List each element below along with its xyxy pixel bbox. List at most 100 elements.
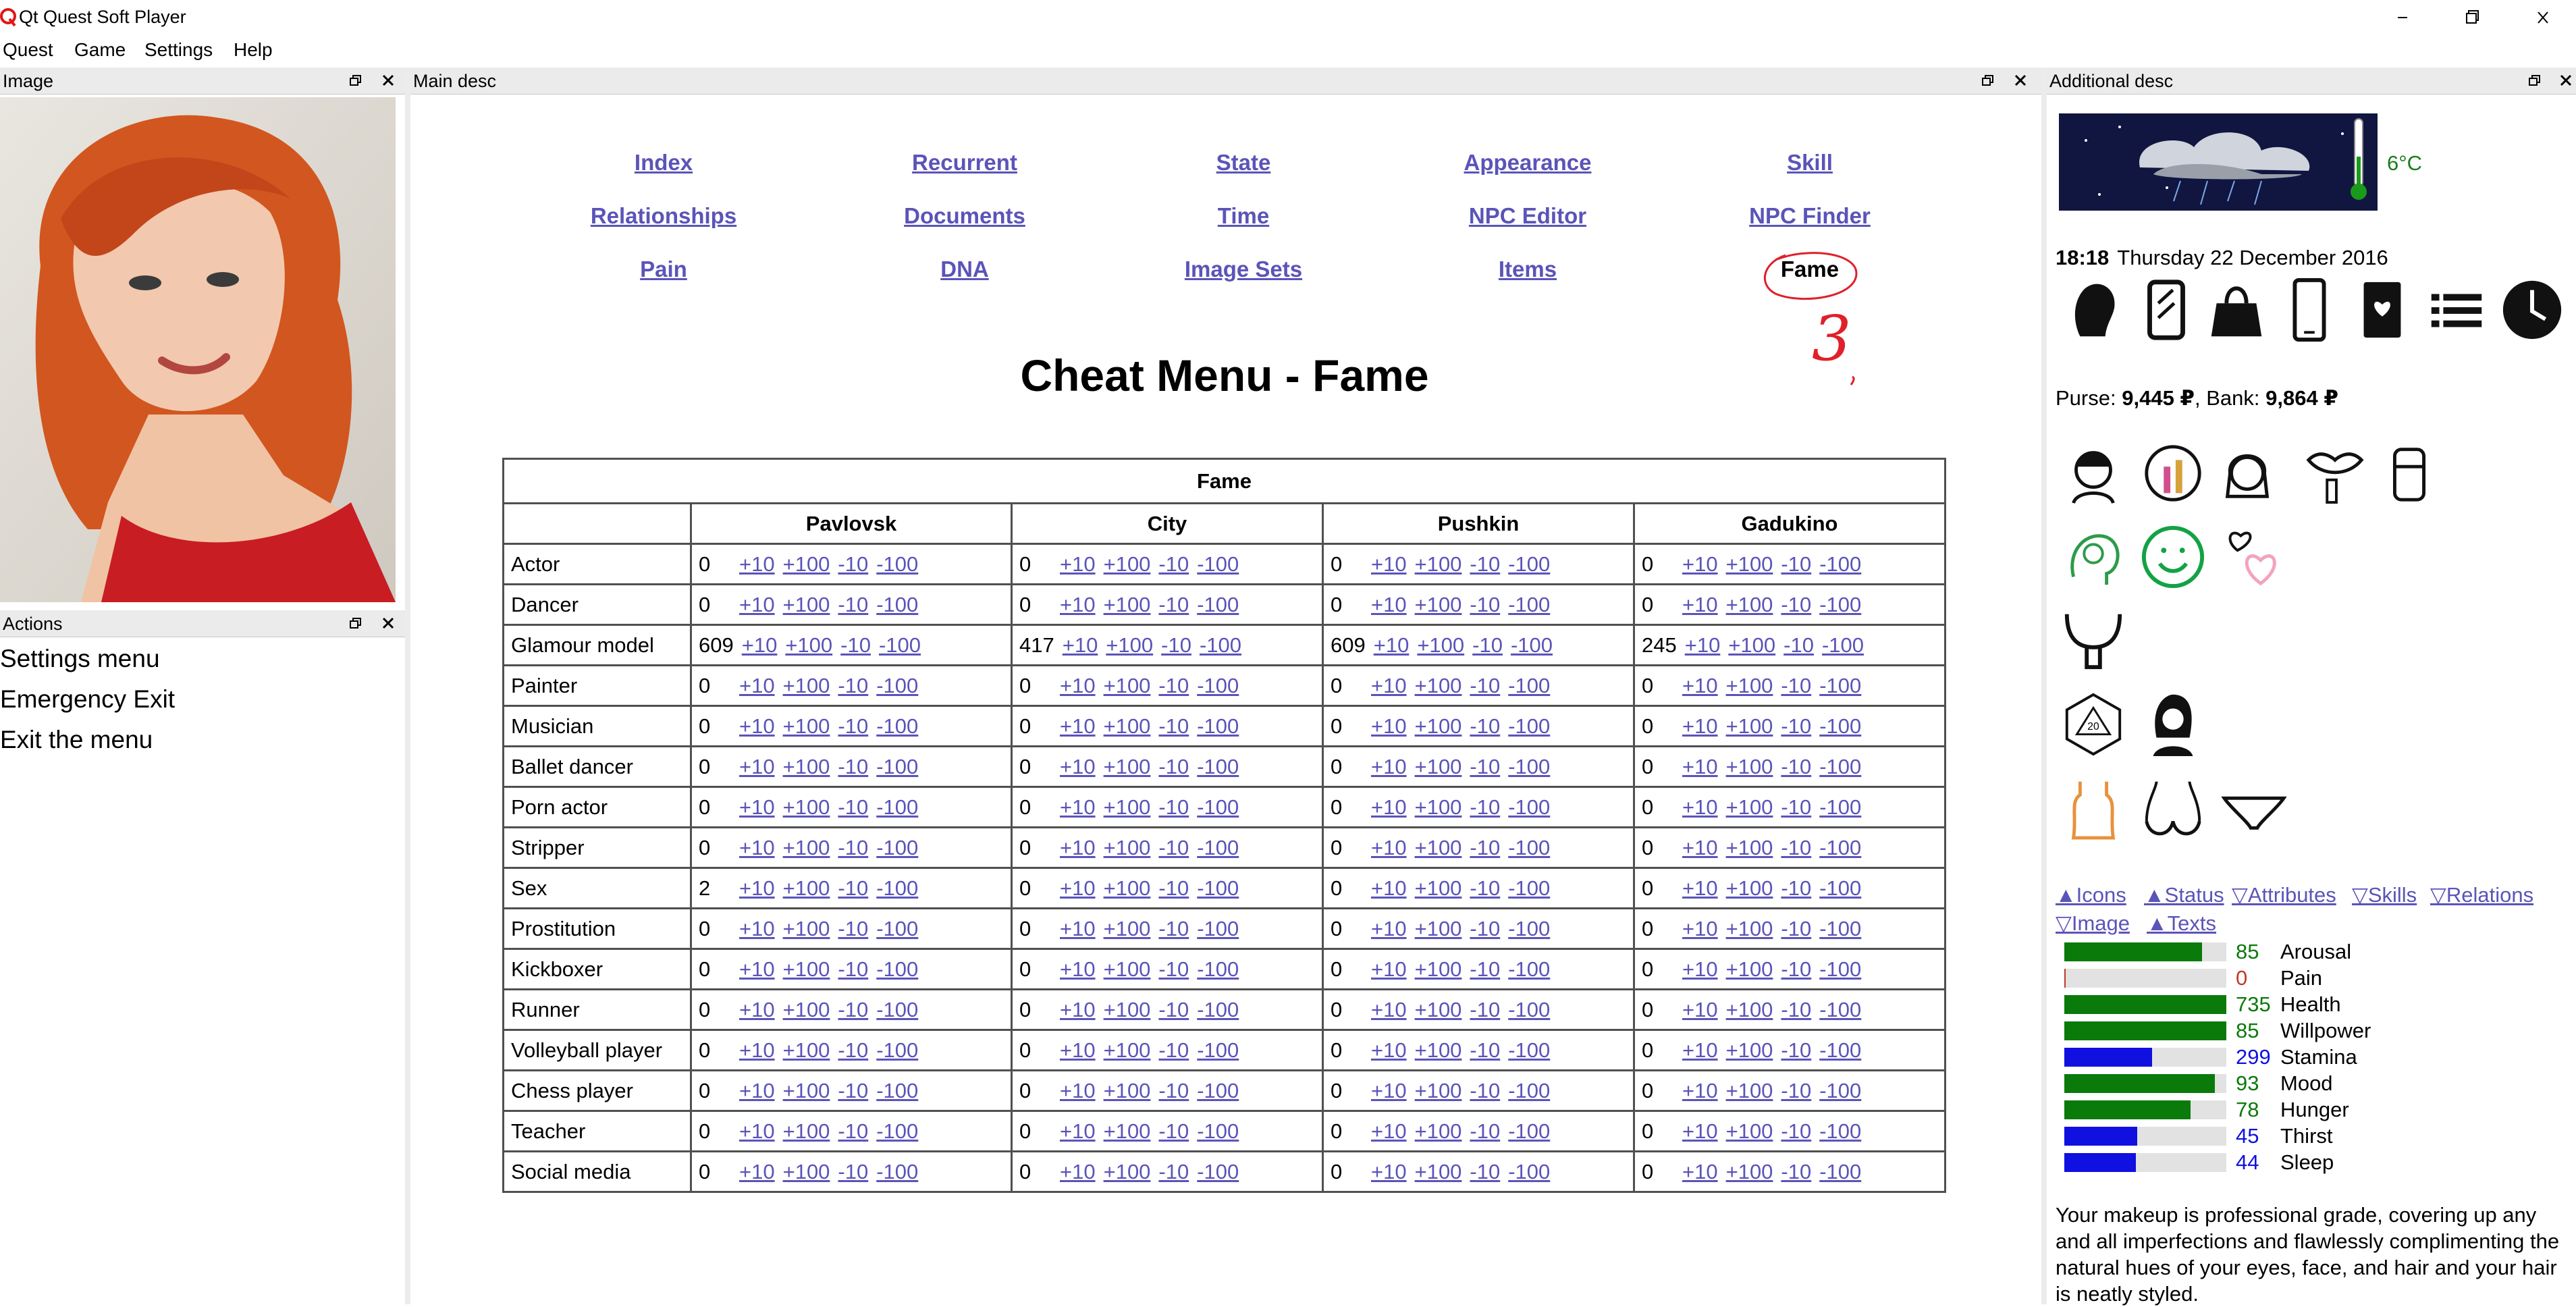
- fame-adjust-link[interactable]: +100: [1726, 1119, 1773, 1143]
- fame-adjust-link[interactable]: -10: [1470, 876, 1500, 900]
- fame-adjust-link[interactable]: -10: [1781, 917, 1811, 940]
- fame-adjust-link[interactable]: -10: [838, 957, 868, 981]
- fame-adjust-link[interactable]: +10: [1374, 633, 1410, 657]
- fame-adjust-link[interactable]: +10: [1060, 552, 1096, 576]
- fame-adjust-link[interactable]: +100: [783, 836, 830, 859]
- fame-adjust-link[interactable]: -10: [838, 552, 868, 576]
- toggle-image[interactable]: ▽Image: [2056, 911, 2130, 936]
- restore-icon[interactable]: [2455, 4, 2489, 31]
- fame-adjust-link[interactable]: -10: [838, 1079, 868, 1102]
- fame-adjust-link[interactable]: +100: [1104, 917, 1151, 940]
- fame-adjust-link[interactable]: +10: [1371, 876, 1407, 900]
- fame-adjust-link[interactable]: +10: [739, 674, 775, 697]
- fame-adjust-link[interactable]: -100: [1197, 917, 1239, 940]
- fame-adjust-link[interactable]: -100: [876, 836, 918, 859]
- fame-adjust-link[interactable]: -10: [838, 917, 868, 940]
- fame-adjust-link[interactable]: +100: [1104, 836, 1151, 859]
- fame-adjust-link[interactable]: -10: [1158, 755, 1189, 778]
- menu-help[interactable]: Help: [234, 39, 273, 61]
- fame-adjust-link[interactable]: -10: [838, 1038, 868, 1062]
- nav-documents[interactable]: Documents: [904, 203, 1025, 229]
- fame-adjust-link[interactable]: +100: [1104, 876, 1151, 900]
- fame-adjust-link[interactable]: -100: [1819, 1160, 1861, 1183]
- fame-adjust-link[interactable]: +10: [742, 633, 778, 657]
- makeup-icon[interactable]: [2140, 440, 2206, 506]
- fame-adjust-link[interactable]: +10: [1682, 674, 1718, 697]
- fame-adjust-link[interactable]: +10: [1682, 1119, 1718, 1143]
- fame-adjust-link[interactable]: -10: [1158, 1160, 1189, 1183]
- minimize-icon[interactable]: [2386, 4, 2419, 31]
- nav-dna[interactable]: DNA: [940, 257, 989, 282]
- fame-adjust-link[interactable]: +100: [1726, 795, 1773, 819]
- fame-adjust-link[interactable]: -10: [1470, 957, 1500, 981]
- toggle-skills[interactable]: ▽Skills: [2352, 883, 2417, 907]
- fame-adjust-link[interactable]: -10: [838, 876, 868, 900]
- dock-close-icon[interactable]: [2013, 73, 2028, 88]
- fame-adjust-link[interactable]: +100: [1104, 998, 1151, 1021]
- fame-adjust-link[interactable]: +10: [739, 876, 775, 900]
- fame-adjust-link[interactable]: -10: [838, 795, 868, 819]
- handbag-icon[interactable]: [2203, 277, 2270, 343]
- fame-adjust-link[interactable]: -100: [1197, 1038, 1239, 1062]
- fame-adjust-link[interactable]: -100: [1508, 1160, 1550, 1183]
- fame-adjust-link[interactable]: -100: [876, 1160, 918, 1183]
- fame-adjust-link[interactable]: +10: [1371, 998, 1407, 1021]
- fame-adjust-link[interactable]: +10: [1060, 917, 1096, 940]
- fame-adjust-link[interactable]: -100: [1197, 755, 1239, 778]
- fame-adjust-link[interactable]: +10: [739, 1038, 775, 1062]
- toggle-attributes[interactable]: ▽Attributes: [2232, 883, 2336, 907]
- fame-adjust-link[interactable]: +10: [1371, 1160, 1407, 1183]
- nav-index[interactable]: Index: [635, 150, 693, 176]
- fame-adjust-link[interactable]: -100: [876, 552, 918, 576]
- nav-recurrent[interactable]: Recurrent: [912, 150, 1017, 176]
- fame-adjust-link[interactable]: +10: [1060, 1119, 1096, 1143]
- fame-adjust-link[interactable]: -10: [838, 714, 868, 738]
- phone-icon[interactable]: [2276, 277, 2342, 343]
- fame-adjust-link[interactable]: +10: [739, 593, 775, 616]
- menu-quest[interactable]: Quest: [3, 39, 53, 61]
- list-icon[interactable]: [2423, 277, 2490, 343]
- toggle-status[interactable]: ▲Status: [2144, 883, 2224, 907]
- hearts-icon[interactable]: [2221, 524, 2287, 590]
- bra-icon[interactable]: [2140, 775, 2206, 841]
- fame-adjust-link[interactable]: +100: [1415, 593, 1462, 616]
- fame-adjust-link[interactable]: -100: [1508, 593, 1550, 616]
- fame-adjust-link[interactable]: +100: [1415, 1119, 1462, 1143]
- fame-adjust-link[interactable]: -100: [876, 917, 918, 940]
- fame-adjust-link[interactable]: -100: [1508, 1079, 1550, 1102]
- nav-image-sets[interactable]: Image Sets: [1185, 257, 1302, 282]
- fame-adjust-link[interactable]: -10: [1161, 633, 1191, 657]
- brain-icon[interactable]: [2060, 524, 2126, 590]
- fame-adjust-link[interactable]: +10: [1371, 1119, 1407, 1143]
- fame-adjust-link[interactable]: -10: [1781, 795, 1811, 819]
- fame-adjust-link[interactable]: +100: [1415, 1160, 1462, 1183]
- fame-adjust-link[interactable]: -10: [1470, 593, 1500, 616]
- fame-adjust-link[interactable]: +100: [783, 552, 830, 576]
- nav-items[interactable]: Items: [1499, 257, 1557, 282]
- nav-skill[interactable]: Skill: [1787, 150, 1833, 176]
- fame-adjust-link[interactable]: +100: [1104, 552, 1151, 576]
- fame-adjust-link[interactable]: -100: [1197, 1119, 1239, 1143]
- fame-adjust-link[interactable]: -100: [1197, 998, 1239, 1021]
- fame-adjust-link[interactable]: -100: [1819, 1079, 1861, 1102]
- float-icon[interactable]: [348, 616, 363, 631]
- fame-adjust-link[interactable]: +100: [783, 755, 830, 778]
- fame-adjust-link[interactable]: +100: [1104, 674, 1151, 697]
- fame-adjust-link[interactable]: -100: [1508, 836, 1550, 859]
- fame-adjust-link[interactable]: +100: [1726, 593, 1773, 616]
- fame-adjust-link[interactable]: -10: [840, 633, 871, 657]
- fame-adjust-link[interactable]: +10: [1682, 876, 1718, 900]
- fame-adjust-link[interactable]: -100: [1819, 957, 1861, 981]
- fame-adjust-link[interactable]: -10: [838, 836, 868, 859]
- action-emergency-exit[interactable]: Emergency Exit: [0, 685, 175, 714]
- fame-adjust-link[interactable]: +100: [1726, 998, 1773, 1021]
- fame-adjust-link[interactable]: -100: [1819, 1038, 1861, 1062]
- fame-adjust-link[interactable]: +10: [739, 795, 775, 819]
- fame-adjust-link[interactable]: +10: [1371, 1038, 1407, 1062]
- fame-adjust-link[interactable]: +100: [783, 1119, 830, 1143]
- fame-adjust-link[interactable]: +10: [1060, 714, 1096, 738]
- fame-adjust-link[interactable]: -100: [1819, 795, 1861, 819]
- fame-adjust-link[interactable]: -100: [1819, 998, 1861, 1021]
- fame-adjust-link[interactable]: +100: [1726, 1079, 1773, 1102]
- fame-adjust-link[interactable]: -100: [876, 755, 918, 778]
